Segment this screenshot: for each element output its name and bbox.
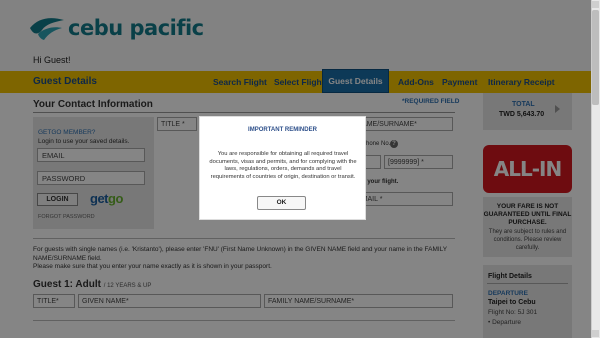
scroll-down-arrow-icon[interactable] [592, 330, 599, 337]
scroll-up-arrow-icon[interactable] [592, 1, 599, 8]
dialog-title: IMPORTANT REMINDER [248, 127, 317, 133]
ok-button[interactable]: OK [257, 196, 306, 210]
scrollbar-thumb[interactable] [592, 10, 599, 105]
dialog-body: You are responsible for obtaining all re… [209, 151, 357, 180]
